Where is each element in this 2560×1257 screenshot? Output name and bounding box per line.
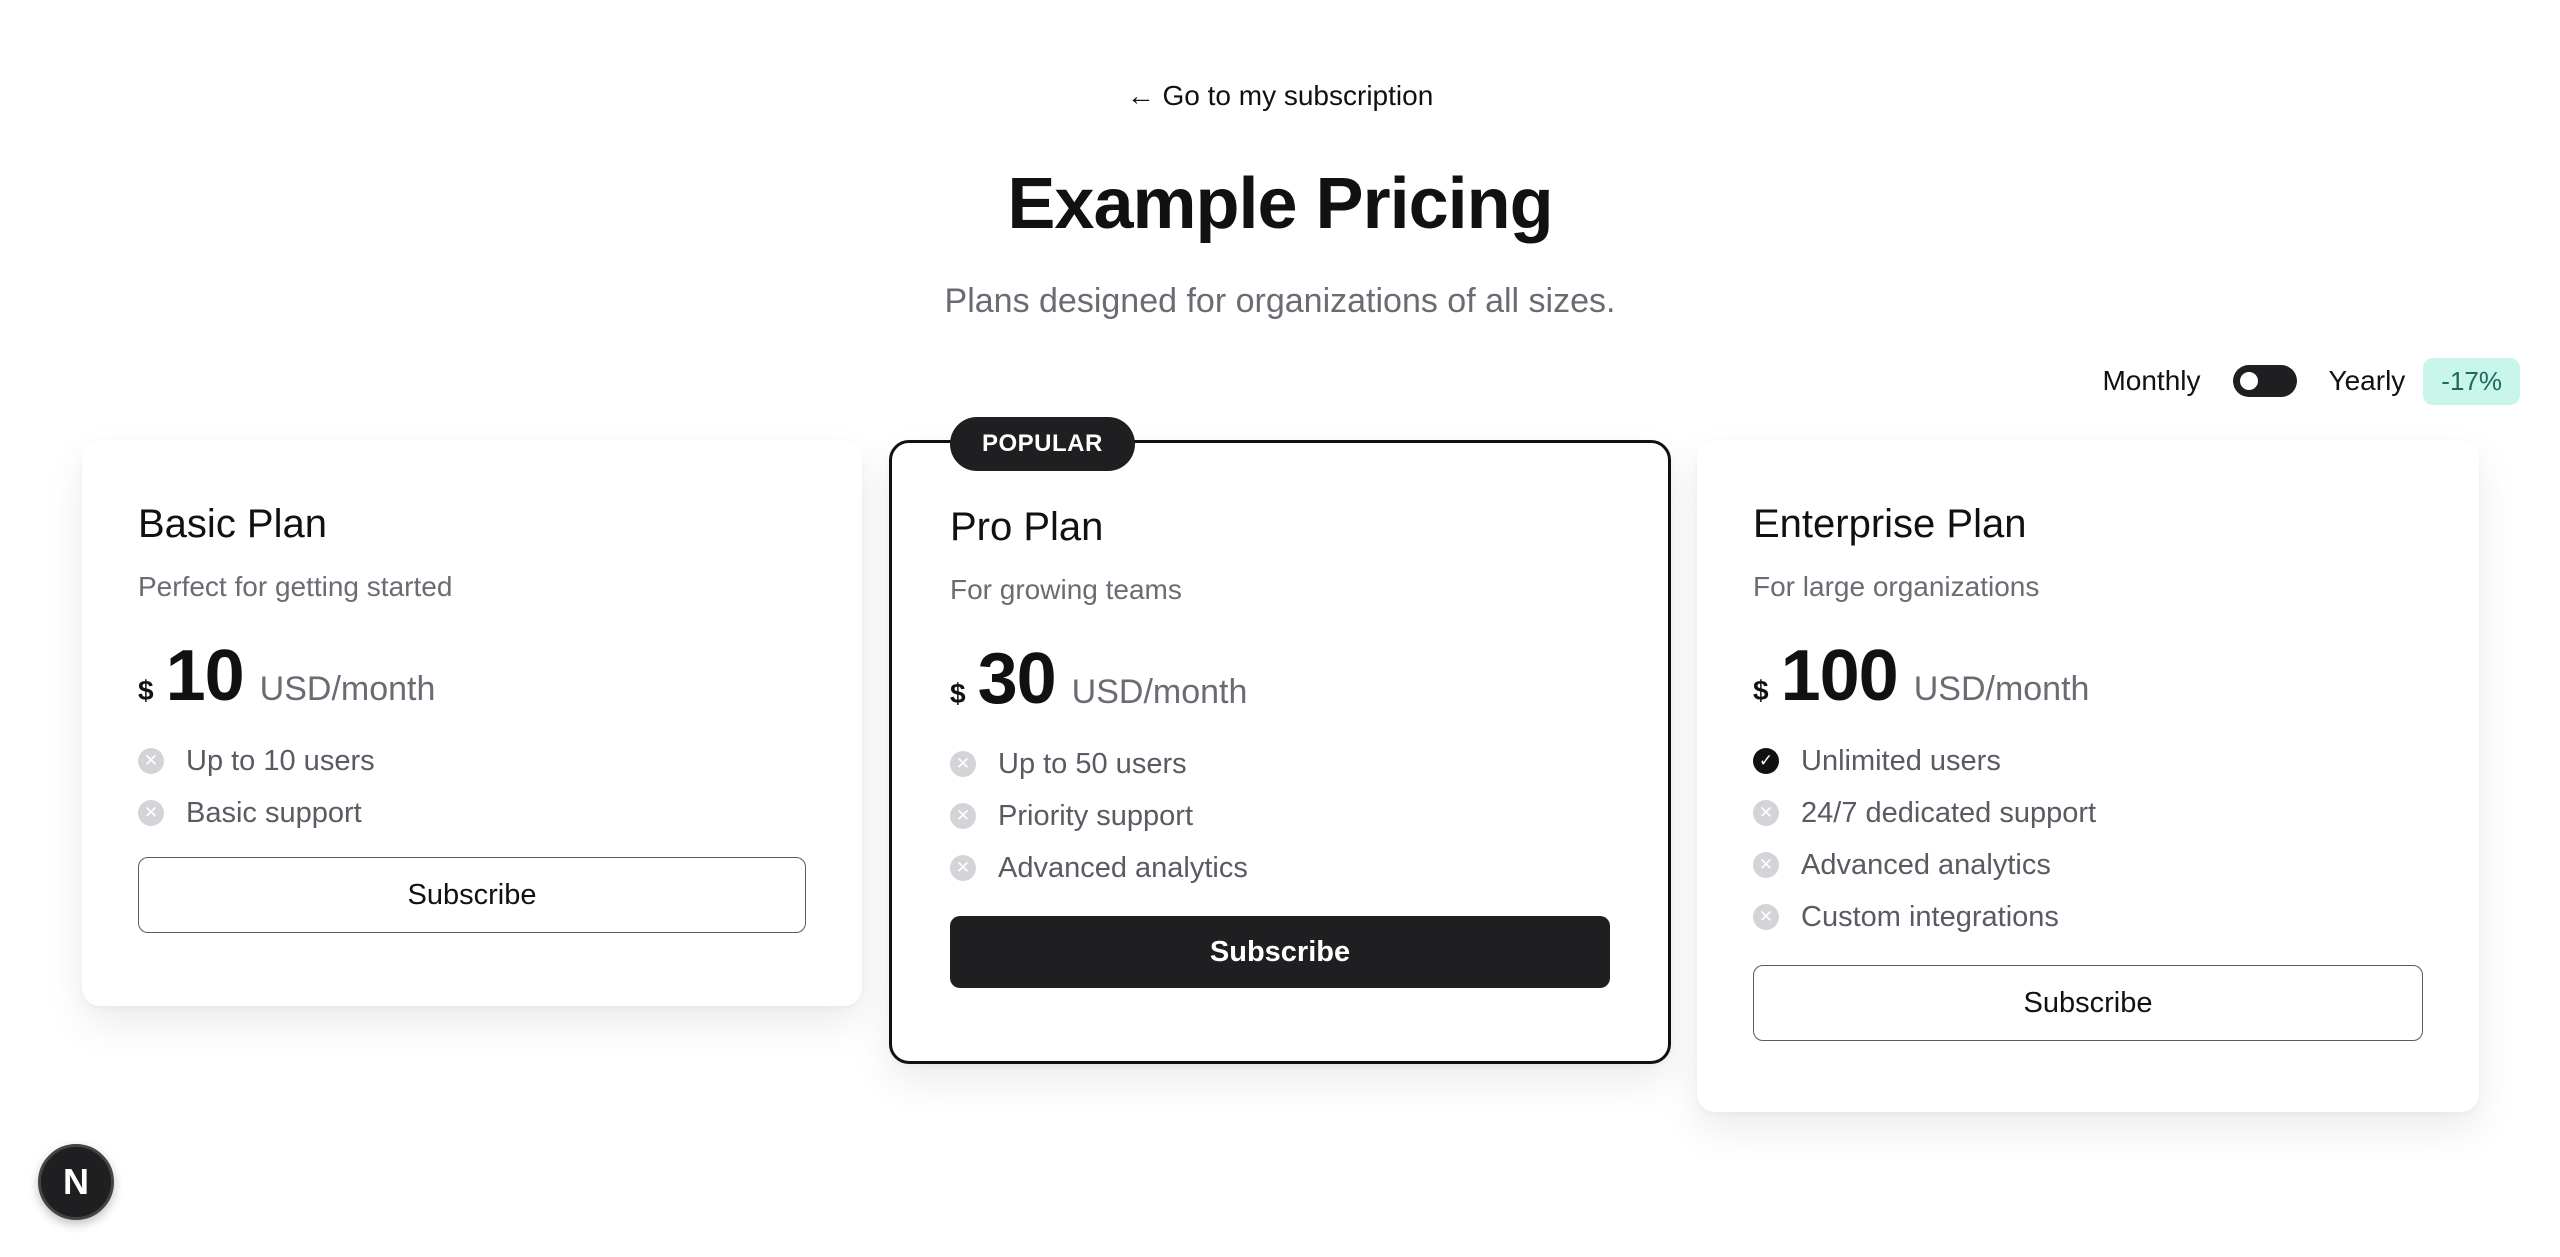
x-circle-icon: ✕ [138,800,164,826]
plan-description: For large organizations [1753,571,2040,602]
x-circle-icon: ✕ [138,748,164,774]
feature-item: ✕ 24/7 dedicated support [1753,787,2423,839]
feature-text: Custom integrations [1801,900,2059,933]
back-link-text[interactable]: ← Go to my subscription [1127,80,1434,111]
check-circle-icon: ✓ [1753,748,1779,774]
feature-item: ✕ Custom integrations [1753,891,2423,943]
currency-symbol: $ [950,678,966,709]
x-circle-icon: ✕ [950,855,976,881]
x-circle-icon: ✕ [950,751,976,777]
price-period: USD/month [259,670,436,708]
switch-knob [2239,372,2258,390]
plan-price: $ 10 USD/month [138,635,806,717]
plan-price: $ 30 USD/month [950,638,1610,720]
subscribe-button-pro[interactable]: Subscribe [950,916,1610,988]
currency-symbol: $ [138,675,154,706]
price-amount: 30 [977,639,1057,719]
billing-period-toggle: Monthly Yearly -17% [2102,357,2520,405]
popular-badge: POPULAR [950,417,1135,471]
plan-name: Basic Plan [138,502,327,546]
price-period: USD/month [1071,673,1248,711]
feature-text: 24/7 dedicated support [1801,796,2097,829]
price-period: USD/month [1913,670,2090,708]
feature-item: ✕ Basic support [138,787,806,839]
plan-card-enterprise: Enterprise Plan For large organizations … [1697,440,2479,1112]
feature-list: ✕ Up to 10 users ✕ Basic support [138,735,806,839]
subscribe-button-enterprise[interactable]: Subscribe [1753,965,2423,1041]
feature-text: Basic support [186,796,362,829]
x-circle-icon: ✕ [1753,852,1779,878]
price-amount: 10 [165,636,245,716]
feature-item: ✕ Up to 10 users [138,735,806,787]
feature-item: ✕ Up to 50 users [950,738,1610,790]
plan-description: Perfect for getting started [138,571,453,602]
x-circle-icon: ✕ [950,803,976,829]
feature-item: ✓ Unlimited users [1753,735,2423,787]
feature-item: ✕ Priority support [950,790,1610,842]
feature-text: Up to 10 users [186,744,375,777]
yearly-label[interactable]: Yearly [2329,365,2406,397]
feature-text: Advanced analytics [1801,848,2051,881]
plan-name: Enterprise Plan [1753,502,2027,546]
feature-item: ✕ Advanced analytics [1753,839,2423,891]
back-to-subscription-link: ← Go to my subscription [0,80,2560,112]
plan-name: Pro Plan [950,505,1104,549]
feature-text: Unlimited users [1801,744,2001,777]
feature-text: Priority support [998,799,1194,832]
feature-text: Advanced analytics [998,851,1248,884]
currency-symbol: $ [1753,675,1769,706]
feature-item: ✕ Advanced analytics [950,842,1610,894]
plan-card-basic: Basic Plan Perfect for getting started $… [82,440,862,1006]
page-title: Example Pricing [1007,164,1553,244]
discount-badge: -17% [2423,357,2520,405]
feature-list: ✕ Up to 50 users ✕ Priority support ✕ Ad… [950,738,1610,894]
monthly-label[interactable]: Monthly [2102,365,2200,397]
plan-card-pro: POPULAR Pro Plan For growing teams $ 30 … [889,417,1671,1064]
dev-tools-badge[interactable]: N [38,1144,114,1220]
price-amount: 100 [1780,636,1899,716]
plan-description: For growing teams [950,574,1182,605]
x-circle-icon: ✕ [1753,904,1779,930]
plan-price: $ 100 USD/month [1753,635,2423,717]
billing-switch[interactable] [2232,365,2297,397]
x-circle-icon: ✕ [1753,800,1779,826]
feature-text: Up to 50 users [998,747,1187,780]
page-subtitle: Plans designed for organizations of all … [944,282,1616,320]
subscribe-button-basic[interactable]: Subscribe [138,857,806,933]
feature-list: ✓ Unlimited users ✕ 24/7 dedicated suppo… [1753,735,2423,943]
